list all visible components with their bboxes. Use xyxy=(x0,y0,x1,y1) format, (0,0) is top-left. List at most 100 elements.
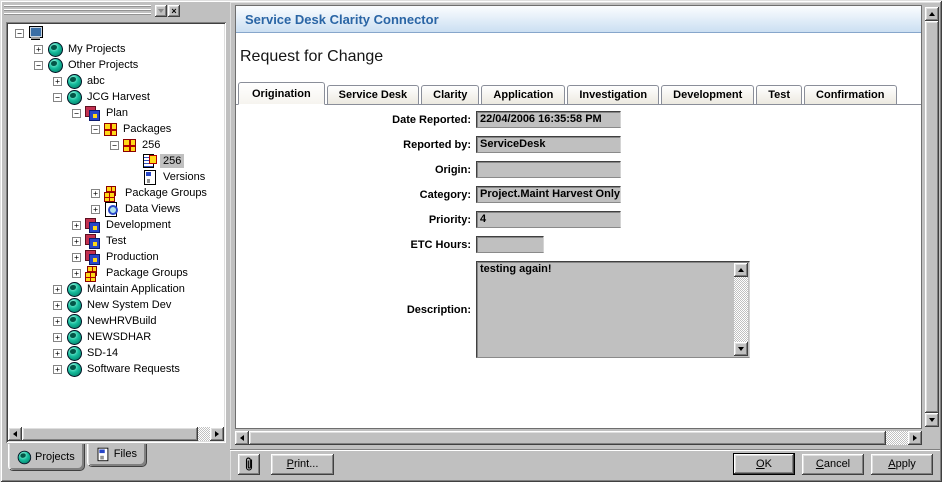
tree-item-plan[interactable]: − Plan xyxy=(9,105,223,121)
tree-item-256[interactable]: 256 xyxy=(9,153,223,169)
tree-item-label[interactable]: Packages xyxy=(120,122,174,136)
date-reported-field[interactable]: 22/04/2006 16:35:58 PM xyxy=(476,111,621,128)
drag-gripper[interactable] xyxy=(4,5,151,17)
expand-toggle[interactable]: + xyxy=(53,364,62,374)
scrollbar-thumb[interactable] xyxy=(925,21,939,413)
tree-item-label[interactable]: New System Dev xyxy=(84,298,174,312)
tree-item-newhrvbuild[interactable]: + NewHRVBuild xyxy=(9,313,223,329)
scrollbar-thumb[interactable] xyxy=(22,427,198,441)
tab-projects[interactable]: Projects xyxy=(8,444,85,471)
tree-item-data-views[interactable]: + Data Views xyxy=(9,201,223,217)
tree-item-other-projects[interactable]: − Other Projects xyxy=(9,57,223,73)
tree-item-versions[interactable]: Versions xyxy=(9,169,223,185)
panel-titlebar[interactable]: × xyxy=(4,3,180,19)
horizontal-scrollbar[interactable] xyxy=(235,431,922,445)
expand-toggle[interactable]: − xyxy=(34,60,43,70)
expand-toggle[interactable]: + xyxy=(53,332,62,342)
tree-item-software-requests[interactable]: + Software Requests xyxy=(9,361,223,377)
scroll-down-button[interactable] xyxy=(734,342,748,356)
close-button[interactable]: × xyxy=(168,5,180,17)
tree-item-newsdhar[interactable]: + NEWSDHAR xyxy=(9,329,223,345)
expand-toggle[interactable]: + xyxy=(53,316,62,326)
scrollbar-thumb[interactable] xyxy=(249,431,886,445)
expand-toggle[interactable]: − xyxy=(15,28,24,38)
scrollbar-track[interactable] xyxy=(198,427,210,441)
tab-files[interactable]: Files xyxy=(86,444,147,467)
tree-item-label[interactable]: Maintain Application xyxy=(84,282,188,296)
scroll-up-button[interactable] xyxy=(925,7,939,21)
tree-item-label[interactable]: 256 xyxy=(139,138,163,152)
tree-item-maintain-application[interactable]: + Maintain Application xyxy=(9,281,223,297)
scroll-left-button[interactable] xyxy=(8,427,22,441)
tree-item-label[interactable]: NewHRVBuild xyxy=(84,314,160,328)
tree-item-label[interactable]: Other Projects xyxy=(65,58,141,72)
tree-horizontal-scrollbar[interactable] xyxy=(8,427,224,441)
tree-item-computer[interactable]: − xyxy=(9,25,223,41)
expand-toggle[interactable]: + xyxy=(91,204,100,214)
scroll-left-button[interactable] xyxy=(235,431,249,445)
tree-item-production[interactable]: + Production xyxy=(9,249,223,265)
expand-toggle[interactable]: + xyxy=(34,44,43,54)
tree-item-label[interactable]: Test xyxy=(103,234,129,248)
tree-item-label[interactable]: Data Views xyxy=(122,202,183,216)
expand-toggle[interactable]: + xyxy=(72,252,81,262)
tree-item-256[interactable]: − 256 xyxy=(9,137,223,153)
tree-item-packages[interactable]: − Packages xyxy=(9,121,223,137)
tree-item-label[interactable]: SD-14 xyxy=(84,346,121,360)
tab-application[interactable]: Application xyxy=(481,85,566,104)
description-field[interactable]: testing again! xyxy=(476,261,750,358)
expand-toggle[interactable]: + xyxy=(72,220,81,230)
tree-item-label[interactable]: Versions xyxy=(160,170,208,184)
cancel-button[interactable]: Cancel xyxy=(802,453,864,475)
expand-toggle[interactable]: + xyxy=(53,300,62,310)
expand-toggle[interactable]: + xyxy=(53,284,62,294)
scroll-down-button[interactable] xyxy=(925,413,939,427)
tree-item-label[interactable]: Plan xyxy=(103,106,131,120)
rollup-button[interactable] xyxy=(155,5,167,17)
expand-toggle[interactable]: − xyxy=(53,92,62,102)
description-scrollbar[interactable] xyxy=(734,263,748,356)
tab-clarity[interactable]: Clarity xyxy=(421,85,480,104)
expand-toggle[interactable]: + xyxy=(72,268,81,278)
tree-item-package-groups[interactable]: + Package Groups xyxy=(9,185,223,202)
origin-field[interactable] xyxy=(476,161,621,178)
scrollbar-track[interactable] xyxy=(734,277,748,342)
tree-item-new-system-dev[interactable]: + New System Dev xyxy=(9,297,223,313)
expand-toggle[interactable]: + xyxy=(53,76,62,86)
tab-origination[interactable]: Origination xyxy=(238,82,325,105)
tree-item-abc[interactable]: + abc xyxy=(9,73,223,89)
tree-item-label[interactable]: Software Requests xyxy=(84,362,183,376)
print-button[interactable]: Print... xyxy=(271,453,334,475)
tab-development[interactable]: Development xyxy=(661,85,755,104)
apply-button[interactable]: Apply xyxy=(871,453,933,475)
tab-test[interactable]: Test xyxy=(756,85,803,104)
expand-toggle[interactable]: + xyxy=(91,188,100,198)
tree-item-label[interactable]: My Projects xyxy=(65,42,128,56)
tree-item-label[interactable]: Development xyxy=(103,218,174,232)
expand-toggle[interactable]: − xyxy=(110,140,119,150)
attachment-button[interactable] xyxy=(238,453,260,475)
tree-item-label[interactable]: 256 xyxy=(160,154,185,168)
tree-item-label[interactable]: Package Groups xyxy=(103,266,191,280)
reported-by-field[interactable]: ServiceDesk xyxy=(476,136,621,153)
tab-service-desk[interactable]: Service Desk xyxy=(326,85,420,104)
tree-item-test[interactable]: + Test xyxy=(9,233,223,249)
tree-item-my-projects[interactable]: + My Projects xyxy=(9,41,223,57)
scroll-right-button[interactable] xyxy=(210,427,224,441)
tree-item-label[interactable]: JCG Harvest xyxy=(84,90,153,104)
vertical-scrollbar[interactable] xyxy=(925,7,939,427)
expand-toggle[interactable]: + xyxy=(72,236,81,246)
priority-field[interactable]: 4 xyxy=(476,211,621,228)
tab-confirmation[interactable]: Confirmation xyxy=(804,85,897,104)
etc-hours-field[interactable] xyxy=(476,236,544,253)
tree-item-label[interactable]: Production xyxy=(103,250,162,264)
scrollbar-track[interactable] xyxy=(886,431,908,445)
tree-item-label[interactable]: NEWSDHAR xyxy=(84,330,154,344)
tree-item-package-groups[interactable]: + Package Groups xyxy=(9,265,223,282)
scroll-right-button[interactable] xyxy=(908,431,922,445)
tree-item-sd-14[interactable]: + SD-14 xyxy=(9,345,223,361)
expand-toggle[interactable]: + xyxy=(53,348,62,358)
expand-toggle[interactable]: − xyxy=(72,108,81,118)
category-field[interactable]: Project.Maint Harvest Only xyxy=(476,186,621,203)
tab-investigation[interactable]: Investigation xyxy=(567,85,660,104)
